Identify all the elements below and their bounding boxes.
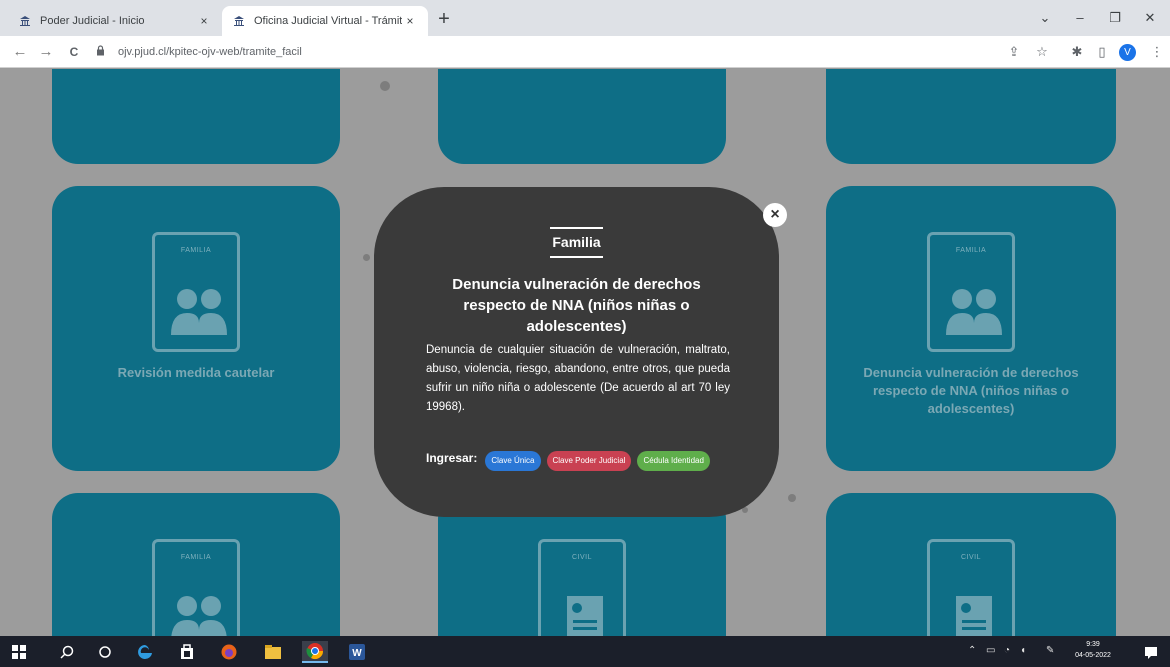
menu-icon[interactable]: ⋮ (1148, 43, 1166, 61)
tab-title: Oficina Judicial Virtual - Trámite (254, 15, 402, 27)
service-card[interactable] (438, 69, 726, 164)
new-tab-button[interactable]: + (432, 8, 456, 32)
institution-icon (232, 14, 246, 28)
service-card-revision-medida[interactable]: FAMILIA Revisión medida cautelar (52, 186, 340, 471)
close-tab-icon[interactable]: × (402, 14, 418, 28)
profile-avatar[interactable]: V (1119, 44, 1136, 61)
modal-title: Denuncia vulneración de derechos respect… (452, 276, 701, 335)
close-icon[interactable]: × (763, 203, 787, 227)
bookmark-star-icon[interactable]: ☆ (1033, 43, 1051, 61)
service-card[interactable]: FAMILIA (52, 493, 340, 636)
login-options: Ingresar: Clave Única Clave Poder Judici… (426, 451, 716, 471)
service-card[interactable]: CIVIL (826, 493, 1116, 636)
paper-icon (956, 596, 992, 636)
windows-start-icon[interactable] (8, 641, 30, 663)
reload-button[interactable]: C (64, 42, 84, 62)
paper-icon (567, 596, 603, 636)
decorative-dot (788, 494, 796, 502)
tab-title: Poder Judicial - Inicio (40, 15, 145, 27)
browser-tab-bar: Poder Judicial - Inicio × Oficina Judici… (0, 0, 1170, 36)
document-icon: FAMILIA (152, 232, 240, 352)
maximize-button[interactable]: ❐ (1095, 6, 1135, 30)
word-icon[interactable]: W (346, 641, 368, 663)
network-icon[interactable]: ◔ (1004, 645, 1010, 656)
store-icon[interactable] (176, 641, 198, 663)
pen-icon[interactable]: ✎ (1046, 645, 1054, 656)
clave-unica-button[interactable]: Clave Única (485, 451, 541, 471)
share-icon[interactable]: ⇪ (1005, 43, 1023, 61)
document-icon: CIVIL (927, 539, 1015, 636)
service-card-denuncia-nna[interactable]: FAMILIA Denuncia vulneración de derechos… (826, 186, 1116, 471)
tab-search-button[interactable]: ⌄ (1025, 6, 1065, 30)
decorative-dot (363, 254, 370, 261)
family-icon (171, 596, 227, 636)
document-icon: FAMILIA (152, 539, 240, 636)
windows-taskbar: W ⌃ ▭ ◔ ◖ ✎ 9:39 04-05-2022 (0, 636, 1170, 667)
family-icon (171, 289, 227, 335)
close-window-button[interactable]: ✕ (1130, 6, 1170, 30)
modal-description: Denuncia de cualquier situación de vulne… (426, 344, 730, 413)
tramite-modal: × Familia Denuncia vulneración de derech… (374, 187, 787, 517)
address-bar[interactable]: ojv.pjud.cl/kpitec-ojv-web/tramite_facil (96, 40, 976, 64)
svg-text:W: W (352, 648, 362, 659)
clave-poder-judicial-button[interactable]: Clave Poder Judicial (546, 451, 632, 471)
tab-oficina-judicial[interactable]: Oficina Judicial Virtual - Trámite × (222, 6, 428, 36)
forward-button[interactable]: → (36, 42, 56, 62)
cedula-identidad-button[interactable]: Cédula Identidad (637, 451, 710, 471)
decorative-dot (380, 81, 390, 91)
system-clock[interactable]: 9:39 04-05-2022 (1072, 639, 1114, 661)
close-tab-icon[interactable]: × (196, 14, 212, 28)
lock-icon (96, 45, 110, 59)
url-text: ojv.pjud.cl/kpitec-ojv-web/tramite_facil (118, 46, 302, 58)
document-icon: FAMILIA (927, 232, 1015, 352)
minimize-button[interactable]: – (1060, 6, 1100, 30)
chrome-icon[interactable] (302, 641, 328, 663)
ingresar-label: Ingresar: (426, 451, 478, 465)
back-button[interactable]: ← (10, 42, 30, 62)
cortana-icon[interactable] (94, 641, 116, 663)
browser-toolbar: ← → C ojv.pjud.cl/kpitec-ojv-web/tramite… (0, 36, 1170, 68)
service-card[interactable] (52, 69, 340, 164)
modal-category: Familia (550, 227, 603, 258)
file-explorer-icon[interactable] (262, 641, 284, 663)
notifications-icon[interactable] (1140, 641, 1162, 663)
extensions-icon[interactable]: ✱ (1068, 43, 1086, 61)
battery-icon[interactable]: ▭ (986, 645, 995, 656)
card-title: Revisión medida cautelar (117, 365, 275, 380)
card-title: Denuncia vulneración de derechos respect… (863, 365, 1079, 416)
tab-poder-judicial[interactable]: Poder Judicial - Inicio × (8, 6, 222, 36)
family-icon (946, 289, 1002, 335)
tray-chevron-icon[interactable]: ⌃ (968, 645, 976, 656)
edge-icon[interactable] (134, 641, 156, 663)
search-icon[interactable] (56, 641, 78, 663)
service-card[interactable] (826, 69, 1116, 164)
sidepanel-icon[interactable]: ▯ (1093, 43, 1111, 61)
document-icon: CIVIL (538, 539, 626, 636)
firefox-icon[interactable] (218, 641, 240, 663)
volume-icon[interactable]: ◖ (1020, 645, 1026, 656)
institution-icon (18, 14, 32, 28)
